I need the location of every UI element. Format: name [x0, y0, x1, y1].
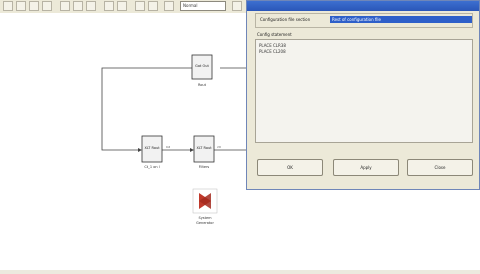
list-item[interactable]: PLACE CLR38	[259, 43, 286, 48]
section-group: Configuration file section Rest of confi…	[255, 13, 473, 28]
redo-icon[interactable]	[117, 1, 127, 11]
print-icon[interactable]	[42, 1, 52, 11]
new-icon[interactable]	[3, 1, 13, 11]
block-xlt-1-title: XLT Rout	[144, 146, 160, 150]
block-xlt-1-label: Ct_1 on l	[144, 165, 159, 169]
dialog-title-bar[interactable]	[247, 1, 479, 11]
library-icon[interactable]	[232, 1, 242, 11]
block-xlt-2-title: XLT Rout	[196, 146, 212, 150]
stop-icon[interactable]	[148, 1, 158, 11]
paste-icon[interactable]	[86, 1, 96, 11]
system-generator-label-1: System	[198, 216, 212, 220]
wire-label-ctl: ctl	[217, 145, 221, 149]
run-icon[interactable]	[135, 1, 145, 11]
config-statement-list[interactable]: PLACE CLR38 PLACE CL208	[255, 39, 473, 143]
section-label: Configuration file section	[260, 17, 311, 22]
wire-label-int: Int	[166, 145, 171, 149]
save-icon[interactable]	[29, 1, 39, 11]
block-gateway-out-label: Rout	[198, 83, 207, 87]
simulation-mode-select[interactable]: Normal	[180, 1, 226, 11]
list-item[interactable]: PLACE CL208	[259, 49, 286, 54]
block-xlt-2-label: Filters	[199, 165, 210, 169]
cut-icon[interactable]	[60, 1, 70, 11]
section-select[interactable]: Rest of configuration file	[330, 16, 472, 23]
settings-icon[interactable]	[164, 1, 174, 11]
undo-icon[interactable]	[104, 1, 114, 11]
wire-arrow-2	[190, 148, 194, 152]
elements-label: Config statement	[257, 32, 292, 37]
system-generator-label-2: Generator	[196, 221, 214, 225]
close-button[interactable]: Close	[407, 159, 473, 176]
ok-button[interactable]: OK	[257, 159, 323, 176]
open-icon[interactable]	[16, 1, 26, 11]
copy-icon[interactable]	[73, 1, 83, 11]
wire-arrow-1	[138, 148, 142, 152]
apply-button[interactable]: Apply	[333, 159, 399, 176]
configuration-dialog: Configuration file section Rest of confi…	[246, 0, 480, 190]
block-gateway-out-title: Gat Out	[195, 64, 209, 68]
